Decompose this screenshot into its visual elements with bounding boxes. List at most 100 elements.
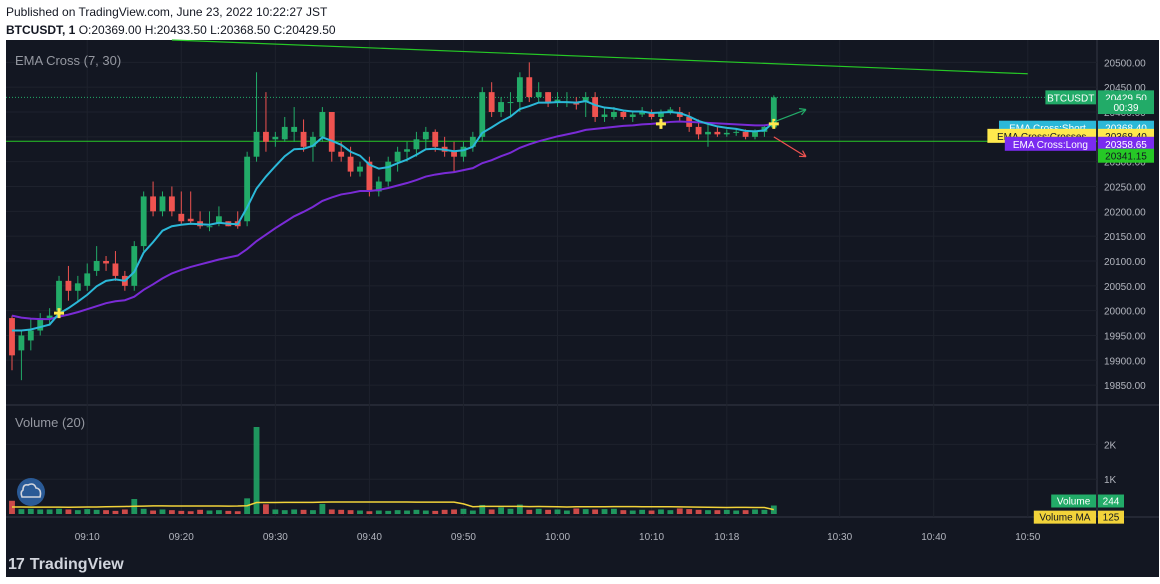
time-tick-label: 10:18: [714, 532, 739, 543]
candle-body: [112, 263, 119, 276]
candle-body: [620, 112, 627, 117]
volume-bar: [413, 509, 420, 514]
volume-label-value: 125: [1103, 513, 1120, 524]
candle-body: [27, 330, 34, 341]
candle-body: [291, 126, 298, 132]
time-tick-label: 10:30: [827, 532, 852, 543]
candle-body: [535, 92, 542, 98]
candle-body: [498, 102, 504, 113]
candle-body: [65, 280, 72, 291]
candle-body: [460, 146, 467, 157]
candle-body: [140, 196, 147, 247]
candle-body: [752, 131, 758, 137]
volume-bar: [291, 509, 298, 514]
candle-body: [629, 114, 636, 117]
chart-svg[interactable]: 19850.00 19900.00 19950.00 20000.00 20050.00…: [0, 0, 1160, 584]
candle-body: [178, 213, 185, 222]
time-tick-label: 09:20: [169, 532, 194, 543]
time-tick-label: 09:10: [75, 532, 100, 543]
volume-bar: [695, 509, 702, 514]
price-tick-label: 20250.00: [1104, 182, 1146, 193]
tradingview-logo[interactable]: 17 TradingView: [8, 556, 124, 574]
volume-bar: [253, 427, 260, 514]
volume-bar: [667, 510, 674, 514]
volume-bar: [65, 509, 72, 514]
volume-bar: [357, 510, 363, 514]
volume-label-title: Volume MA: [1039, 513, 1090, 524]
volume-bar: [535, 508, 542, 514]
volume-bar: [338, 509, 345, 514]
candle-body: [56, 280, 62, 311]
volume-bar: [37, 509, 44, 514]
volume-bar: [714, 510, 721, 514]
price-label-title: EMA Cross:Long: [1013, 140, 1088, 151]
candle-body: [18, 335, 25, 351]
candle-body: [150, 196, 156, 212]
volume-bar: [215, 510, 222, 514]
time-tick-label: 09:40: [357, 532, 382, 543]
volume-bar: [84, 509, 91, 514]
tradingview-logo-icon: 17: [8, 556, 25, 573]
time-tick-label: 09:50: [451, 532, 476, 543]
price-label-title: BTCUSDT: [1047, 93, 1094, 104]
volume-bar: [74, 510, 81, 514]
price-indicator-title: EMA Cross (7, 30): [15, 53, 121, 68]
candle-body: [93, 260, 100, 271]
volume-bar: [723, 509, 730, 514]
volume-bar: [498, 507, 504, 514]
volume-bar: [225, 510, 232, 514]
candle-body: [611, 112, 617, 117]
volume-bar: [742, 510, 749, 514]
candle-body: [488, 92, 495, 113]
volume-bar: [639, 509, 646, 514]
candle-body: [328, 112, 335, 152]
volume-bar: [601, 509, 608, 514]
volume-bar: [469, 510, 476, 514]
volume-bar: [432, 510, 439, 514]
volume-bar: [761, 509, 768, 514]
candle-body: [526, 77, 533, 98]
candle-body: [723, 132, 730, 135]
volume-bar: [187, 511, 194, 514]
candle-body: [545, 92, 552, 103]
volume-bar: [263, 504, 269, 514]
volume-bar: [197, 509, 204, 514]
volume-bar: [648, 510, 655, 514]
candle-body: [516, 77, 523, 103]
price-tick-label: 20000.00: [1104, 307, 1146, 318]
volume-bar: [56, 508, 62, 514]
price-label-value: 20341.15: [1105, 152, 1147, 163]
candle-body: [432, 131, 439, 147]
volume-bar: [310, 510, 316, 514]
candle-body: [422, 131, 429, 140]
volume-bar: [629, 510, 636, 514]
price-tick-label: 19900.00: [1104, 356, 1146, 367]
volume-label-title: Volume: [1057, 497, 1091, 508]
volume-bar: [573, 508, 580, 514]
candle-body: [451, 151, 457, 157]
volume-bar: [385, 510, 392, 514]
volume-tick-label: 2K: [1104, 440, 1117, 451]
candle-body: [479, 92, 486, 137]
price-tick-label: 20150.00: [1104, 232, 1146, 243]
volume-bar: [582, 509, 589, 514]
volume-bar: [27, 508, 34, 514]
volume-bar: [686, 509, 693, 514]
volume-bar: [46, 509, 53, 514]
time-tick-label: 09:30: [263, 532, 288, 543]
volume-bar: [592, 509, 599, 514]
volume-bar: [178, 510, 185, 514]
volume-bar: [733, 510, 740, 514]
volume-bar: [611, 508, 617, 514]
time-tick-label: 10:40: [921, 532, 946, 543]
candle-body: [263, 131, 269, 142]
volume-bar: [234, 511, 241, 514]
price-tick-label: 20500.00: [1104, 58, 1146, 69]
tradingview-badge[interactable]: [17, 478, 45, 506]
candle-body: [742, 131, 749, 137]
candle-body: [733, 131, 740, 133]
candle-body: [253, 131, 260, 157]
candle-body: [714, 131, 721, 135]
volume-bar: [394, 510, 401, 514]
price-tick-label: 20200.00: [1104, 207, 1146, 218]
